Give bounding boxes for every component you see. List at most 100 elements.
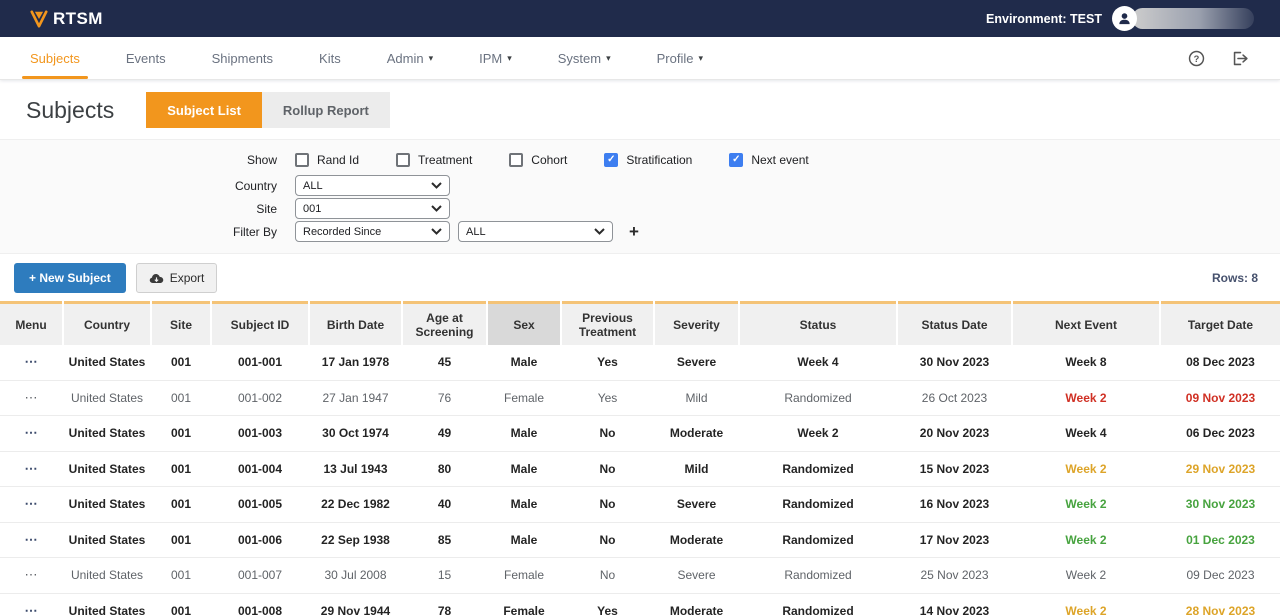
cell-birth-date: 27 Jan 1947 [310,391,401,405]
cell-site: 001 [152,391,210,405]
show-checkbox-stratification[interactable]: ✓Stratification [604,153,692,167]
nav-tabs: Subjects Events Shipments Kits Admin▾ IPM▾ Sys… [30,37,703,79]
column-header-menu[interactable]: Menu [0,301,62,345]
cell-country: United States [64,568,150,582]
cell-site: 001 [152,426,210,440]
page-tab-subject-list[interactable]: Subject List [146,92,262,128]
cell-next-event: Week 8 [1013,355,1159,369]
column-header-next-event[interactable]: Next Event [1013,301,1159,345]
nav-tab-shipments[interactable]: Shipments [212,37,273,79]
table-header: MenuCountrySiteSubject IDBirth DateAge a… [0,301,1280,345]
cell-country: United States [64,533,150,547]
nav-tab-subjects[interactable]: Subjects [30,37,80,79]
column-header-status[interactable]: Status [740,301,896,345]
show-checkbox-treatment[interactable]: Treatment [396,153,472,167]
filter-value-select[interactable]: ALL [458,221,613,242]
export-button[interactable]: Export [136,263,218,293]
subjects-table: MenuCountrySiteSubject IDBirth DateAge a… [0,301,1280,615]
cell-status: Randomized [740,604,896,615]
nav-tab-ipm[interactable]: IPM▾ [479,37,512,79]
nav-tab-kits[interactable]: Kits [319,37,341,79]
cell-subject-id: 001-006 [212,533,308,547]
cell-target-date: 08 Dec 2023 [1161,355,1280,369]
row-menu-button[interactable]: ⋯ [0,532,62,548]
row-menu-button[interactable]: ⋯ [0,390,62,406]
user-avatar[interactable] [1112,6,1137,31]
cell-age: 78 [403,604,486,615]
export-label: Export [170,271,205,285]
column-header-birth-date[interactable]: Birth Date [310,301,401,345]
row-menu-button[interactable]: ⋯ [0,603,62,615]
cell-subject-id: 001-002 [212,391,308,405]
cell-status: Randomized [740,391,896,405]
cell-sex: Female [488,604,560,615]
rows-count: Rows: 8 [1212,271,1266,285]
main-navbar: Subjects Events Shipments Kits Admin▾ IPM▾ Sys… [0,37,1280,80]
show-filter-row: Show Rand IdTreatmentCohort✓Stratificati… [0,149,1280,170]
column-header-severity[interactable]: Severity [655,301,738,345]
new-subject-button[interactable]: + New Subject [14,263,126,293]
show-checkbox-cohort[interactable]: Cohort [509,153,567,167]
cell-previous-treatment: No [562,426,653,440]
column-header-previous-treatment[interactable]: Previous Treatment [562,301,653,345]
site-select[interactable]: 001 [295,198,450,219]
filter-by-select[interactable]: Recorded Since [295,221,450,242]
cell-next-event: Week 2 [1013,604,1159,615]
cell-age: 80 [403,462,486,476]
chevron-down-icon [431,228,442,235]
country-label: Country [0,179,277,193]
page-tab-rollup-report[interactable]: Rollup Report [262,92,390,128]
cell-severity: Severe [655,497,738,511]
nav-tab-label: IPM [479,51,502,66]
row-menu-button[interactable]: ⋯ [0,496,62,512]
logout-icon[interactable] [1231,50,1250,67]
cell-sex: Female [488,391,560,405]
cell-subject-id: 001-008 [212,604,308,615]
column-header-site[interactable]: Site [152,301,210,345]
cell-previous-treatment: No [562,533,653,547]
cell-country: United States [64,355,150,369]
column-header-target-date[interactable]: Target Date [1161,301,1280,345]
username-redacted [1132,8,1254,29]
table-row-001-003: ⋯United States001001-00330 Oct 197449Mal… [0,416,1280,452]
help-icon[interactable]: ? [1188,50,1205,67]
cell-site: 001 [152,355,210,369]
cell-status: Randomized [740,533,896,547]
cell-target-date: 06 Dec 2023 [1161,426,1280,440]
add-filter-button[interactable]: + [629,223,639,240]
column-header-sex[interactable]: Sex [488,301,560,345]
cell-birth-date: 17 Jan 1978 [310,355,401,369]
column-header-status-date[interactable]: Status Date [898,301,1011,345]
cell-status-date: 20 Nov 2023 [898,426,1011,440]
show-checkbox-next-event[interactable]: ✓Next event [729,153,808,167]
cell-birth-date: 22 Dec 1982 [310,497,401,511]
country-select[interactable]: ALL [295,175,450,196]
country-filter-row: Country ALL [0,175,1280,196]
cell-country: United States [64,604,150,615]
row-menu-button[interactable]: ⋯ [0,425,62,441]
nav-tab-profile[interactable]: Profile▾ [657,37,703,79]
column-header-country[interactable]: Country [64,301,150,345]
rtsm-logo[interactable]: RTSM [30,9,103,29]
cell-previous-treatment: No [562,497,653,511]
cell-country: United States [64,462,150,476]
row-menu-button[interactable]: ⋯ [0,567,62,583]
cell-previous-treatment: No [562,568,653,582]
cell-status-date: 25 Nov 2023 [898,568,1011,582]
table-row-001-006: ⋯United States001001-00622 Sep 193885Mal… [0,523,1280,559]
cell-birth-date: 22 Sep 1938 [310,533,401,547]
row-menu-button[interactable]: ⋯ [0,461,62,477]
page-head: Subjects Subject ListRollup Report [0,80,1280,139]
row-menu-button[interactable]: ⋯ [0,354,62,370]
nav-tab-admin[interactable]: Admin▾ [387,37,433,79]
nav-tab-system[interactable]: System▾ [558,37,611,79]
column-header-age-at-screening[interactable]: Age at Screening [403,301,486,345]
cell-sex: Male [488,355,560,369]
show-checkbox-rand-id[interactable]: Rand Id [295,153,359,167]
cell-sex: Male [488,533,560,547]
column-header-subject-id[interactable]: Subject ID [212,301,308,345]
nav-tab-events[interactable]: Events [126,37,166,79]
cell-severity: Moderate [655,533,738,547]
checkbox-label: Rand Id [317,153,359,167]
app-root: RTSM Environment: TEST SubjectsEventsShi… [0,0,1280,615]
